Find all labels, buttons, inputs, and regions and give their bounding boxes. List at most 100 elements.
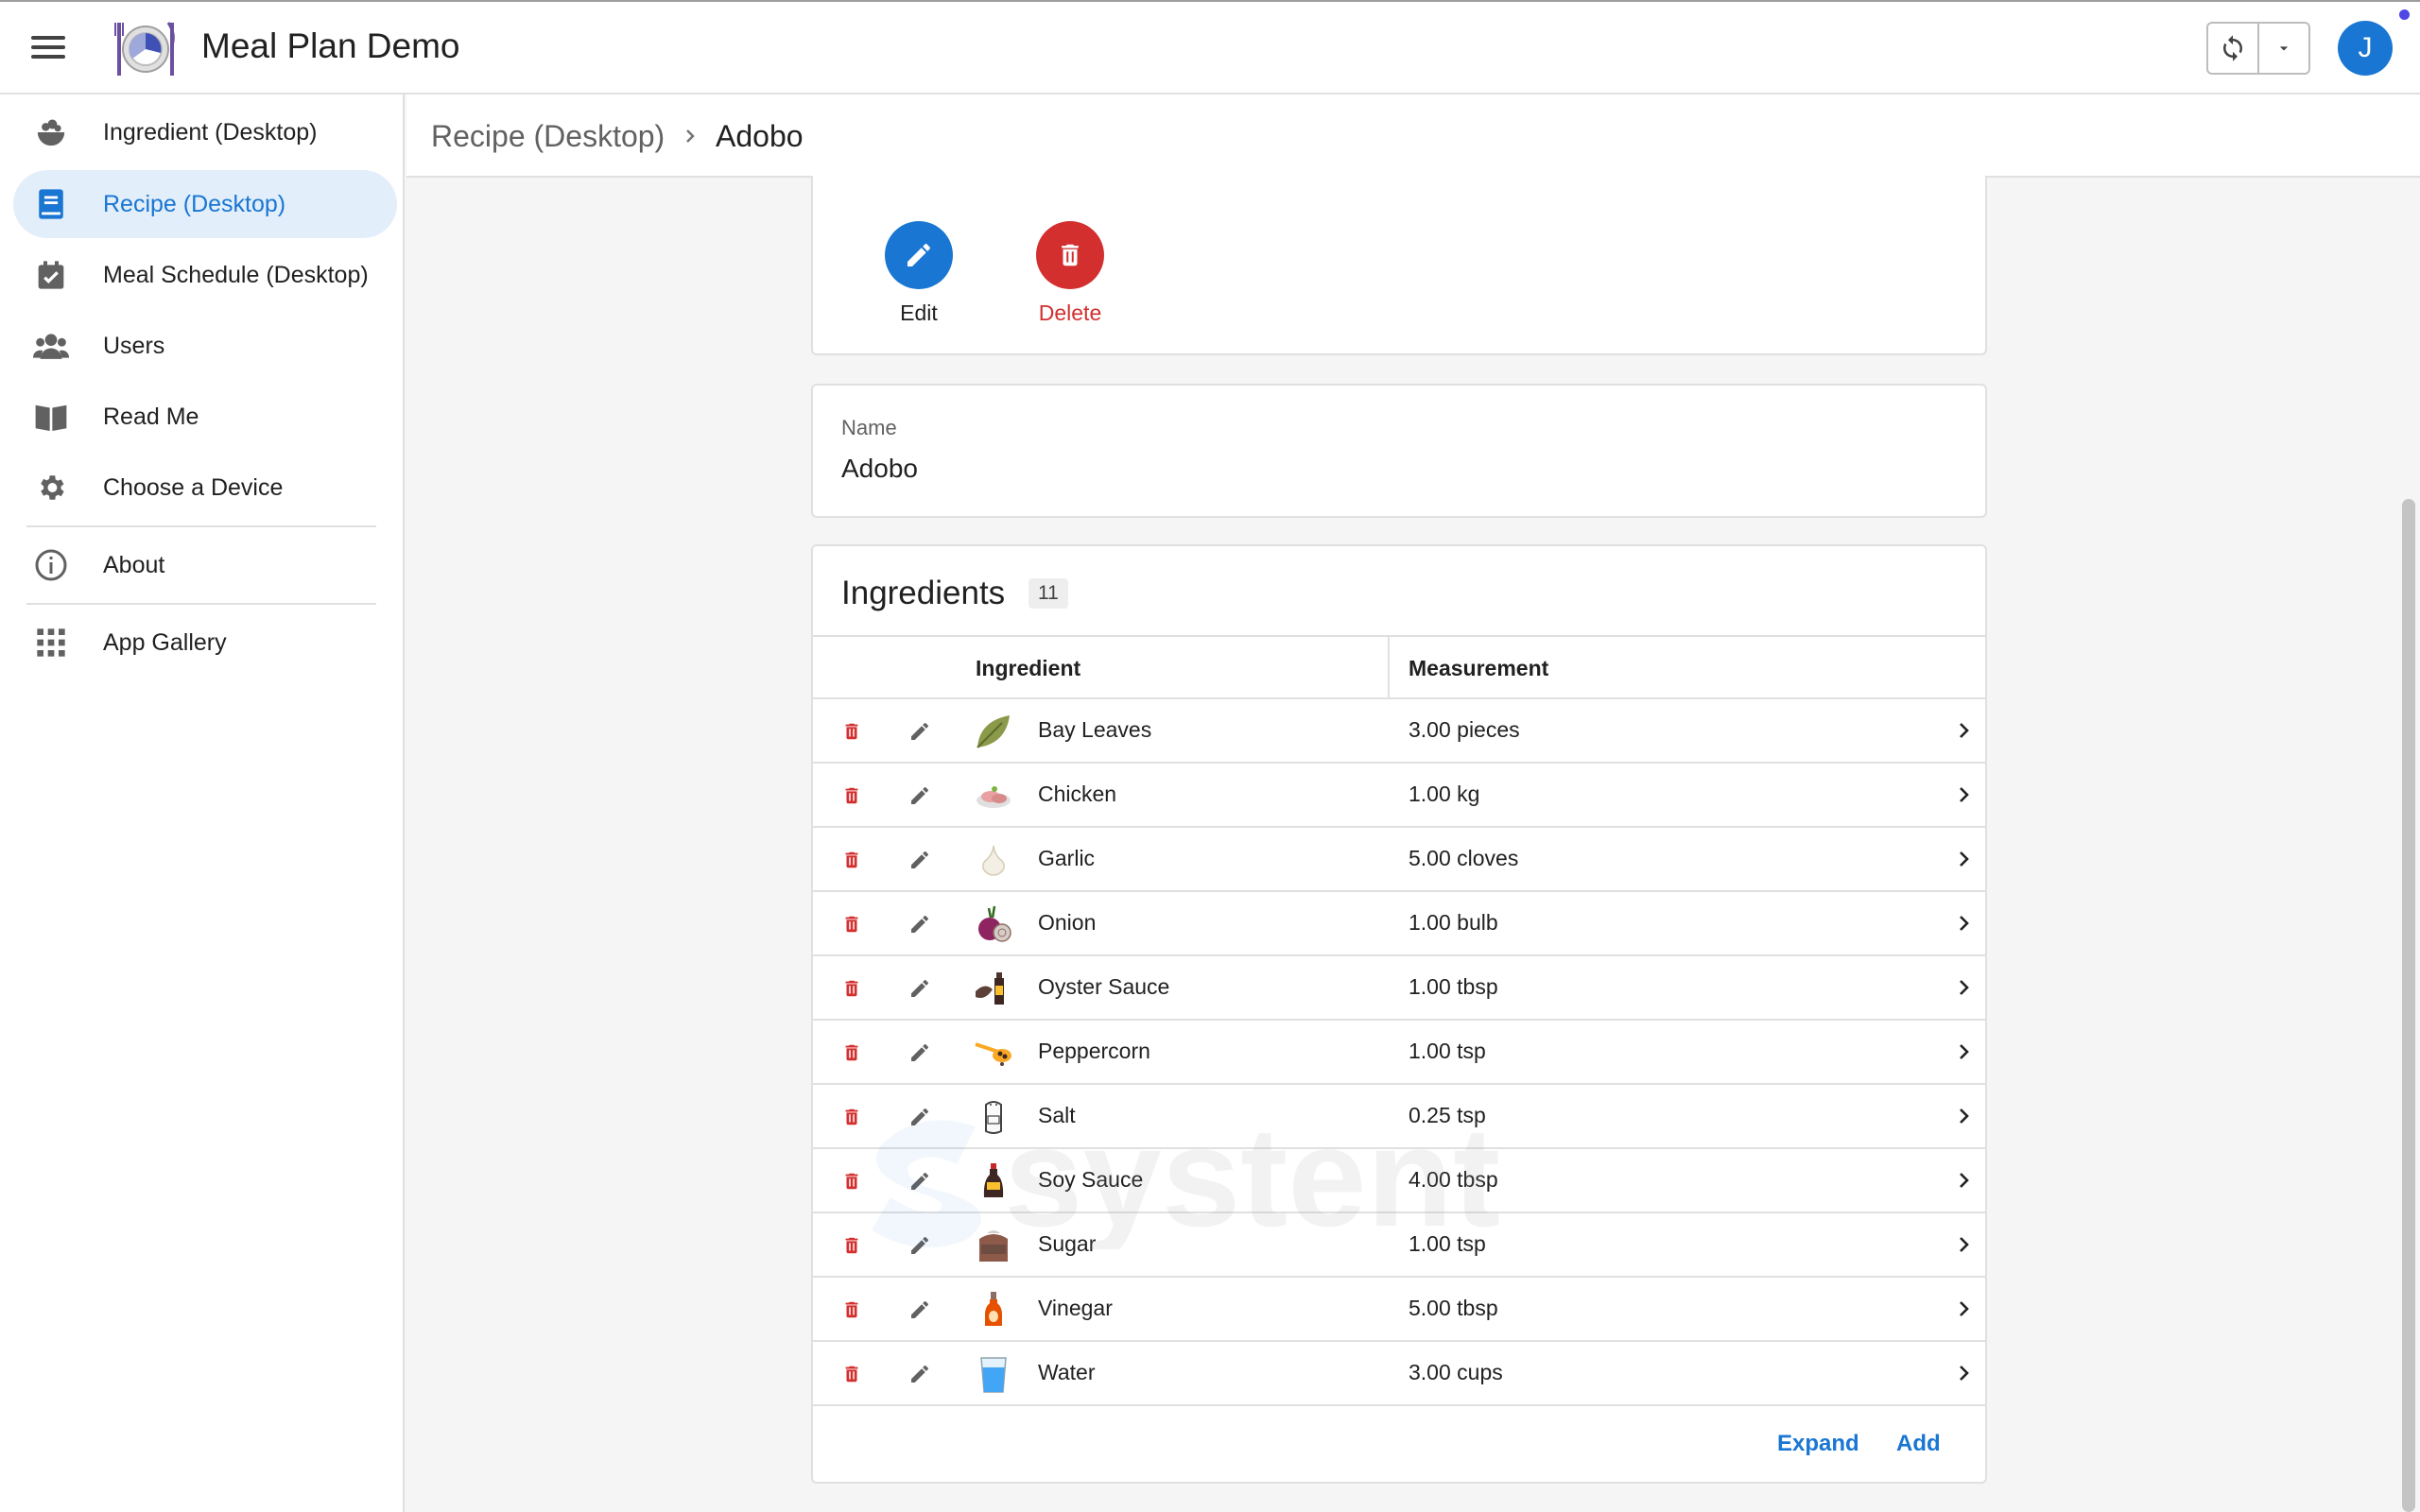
sidebar-item-users[interactable]: Users	[13, 312, 397, 380]
chevron-right-icon[interactable]	[1955, 1168, 1974, 1197]
breadcrumb-parent-link[interactable]: Recipe (Desktop)	[431, 119, 665, 154]
chevron-right-icon[interactable]	[1955, 782, 1974, 812]
avatar[interactable]: J	[2338, 21, 2393, 76]
trash-icon[interactable]	[838, 1231, 866, 1260]
name-field-card: Name Adobo	[811, 384, 1987, 518]
edit-label: Edit	[900, 301, 938, 325]
ingredient-name: Garlic	[1038, 846, 1096, 870]
table-row[interactable]: Oyster Sauce 1.00 tbsp	[813, 956, 1985, 1021]
expand-button[interactable]: Expand	[1777, 1431, 1859, 1457]
sidebar: Ingredient (Desktop) Recipe (Desktop) Me…	[0, 94, 405, 1512]
pencil-icon[interactable]	[906, 1039, 934, 1067]
table-header: Ingredient Measurement	[813, 635, 1985, 699]
ingredient-measurement: 3.00 pieces	[1409, 717, 1520, 742]
chevron-down-icon[interactable]	[2259, 24, 2308, 73]
chevron-right-icon[interactable]	[1955, 1232, 1974, 1262]
ingredient-name: Onion	[1038, 910, 1097, 935]
trash-icon[interactable]	[838, 782, 866, 810]
table-row[interactable]: Chicken 1.00 kg	[813, 764, 1985, 828]
sidebar-item-label: Read Me	[103, 403, 199, 430]
chevron-right-icon[interactable]	[1955, 718, 1974, 747]
trash-icon[interactable]	[838, 1167, 866, 1195]
sidebar-item-choose-device[interactable]: Choose a Device	[13, 454, 397, 522]
pencil-icon[interactable]	[906, 1167, 934, 1195]
chevron-right-icon[interactable]	[1955, 1104, 1974, 1133]
sidebar-item-label: Users	[103, 332, 165, 359]
book-icon	[32, 185, 70, 223]
sync-icon[interactable]	[2208, 24, 2259, 73]
table-row[interactable]: Sugar 1.00 tsp	[813, 1213, 1985, 1278]
ingredients-count-badge: 11	[1028, 578, 1068, 609]
peppercorn-icon	[974, 1033, 1013, 1073]
ingredient-measurement: 5.00 cloves	[1409, 846, 1519, 870]
table-row[interactable]: Salt 0.25 tsp	[813, 1085, 1985, 1149]
chevron-right-icon[interactable]	[1955, 847, 1974, 876]
gear-icon	[32, 469, 70, 507]
chevron-right-icon[interactable]	[1955, 975, 1974, 1005]
sidebar-item-recipe[interactable]: Recipe (Desktop)	[13, 170, 397, 238]
ingredient-measurement: 3.00 cups	[1409, 1360, 1503, 1384]
column-header-measurement[interactable]: Measurement	[1409, 656, 1548, 681]
trash-icon	[1036, 221, 1104, 289]
table-row[interactable]: Vinegar 5.00 tbsp	[813, 1278, 1985, 1342]
chicken-icon	[974, 776, 1013, 816]
ingredient-measurement: 0.25 tsp	[1409, 1103, 1486, 1127]
table-row[interactable]: Peppercorn 1.00 tsp	[813, 1021, 1985, 1085]
trash-icon[interactable]	[838, 1103, 866, 1131]
app-logo	[112, 15, 178, 81]
sidebar-item-label: About	[103, 551, 165, 578]
pencil-icon[interactable]	[906, 1360, 934, 1388]
sidebar-item-label: Meal Schedule (Desktop)	[103, 261, 369, 288]
chevron-right-icon[interactable]	[1955, 1361, 1974, 1390]
notification-dot	[2399, 9, 2410, 20]
sidebar-item-app-gallery[interactable]: App Gallery	[13, 609, 397, 677]
pencil-icon[interactable]	[906, 1103, 934, 1131]
sidebar-item-meal-schedule[interactable]: Meal Schedule (Desktop)	[13, 241, 397, 309]
sidebar-item-label: Ingredient (Desktop)	[103, 118, 318, 146]
soy-sauce-icon	[974, 1161, 1013, 1201]
ingredient-measurement: 4.00 tbsp	[1409, 1167, 1498, 1192]
trash-icon[interactable]	[838, 1360, 866, 1388]
pencil-icon[interactable]	[906, 1231, 934, 1260]
menu-icon[interactable]	[28, 30, 68, 68]
ingredient-name: Peppercorn	[1038, 1039, 1150, 1063]
table-row[interactable]: Garlic 5.00 cloves	[813, 828, 1985, 892]
table-row[interactable]: Water 3.00 cups	[813, 1342, 1985, 1406]
ingredient-name: Soy Sauce	[1038, 1167, 1144, 1192]
pencil-icon[interactable]	[906, 1296, 934, 1324]
breadcrumb-current: Adobo	[716, 119, 804, 153]
garlic-icon	[974, 840, 1013, 880]
ingredient-measurement: 1.00 tsp	[1409, 1039, 1486, 1063]
table-row[interactable]: Onion 1.00 bulb	[813, 892, 1985, 956]
column-header-ingredient[interactable]: Ingredient	[976, 656, 1080, 681]
pencil-icon[interactable]	[906, 910, 934, 938]
add-button[interactable]: Add	[1896, 1431, 1941, 1457]
edit-button[interactable]: Edit	[862, 221, 976, 326]
chevron-right-icon[interactable]	[1955, 1040, 1974, 1069]
trash-icon[interactable]	[838, 846, 866, 874]
pencil-icon[interactable]	[906, 717, 934, 746]
pencil-icon[interactable]	[906, 846, 934, 874]
trash-icon[interactable]	[838, 1039, 866, 1067]
table-row[interactable]: Bay Leaves 3.00 pieces	[813, 699, 1985, 764]
trash-icon[interactable]	[838, 1296, 866, 1324]
sugar-icon	[974, 1226, 1013, 1265]
calendar-check-icon	[32, 256, 70, 294]
sync-split-button[interactable]	[2206, 22, 2310, 75]
trash-icon[interactable]	[838, 910, 866, 938]
ingredient-name: Bay Leaves	[1038, 717, 1152, 742]
ingredient-measurement: 1.00 bulb	[1409, 910, 1498, 935]
trash-icon[interactable]	[838, 717, 866, 746]
sidebar-item-ingredient[interactable]: Ingredient (Desktop)	[13, 98, 397, 166]
table-row[interactable]: Soy Sauce 4.00 tbsp	[813, 1149, 1985, 1213]
chevron-right-icon[interactable]	[1955, 1297, 1974, 1326]
scrollbar-thumb[interactable]	[2402, 499, 2415, 1512]
ingredient-name: Water	[1038, 1360, 1096, 1384]
sidebar-item-read-me[interactable]: Read Me	[13, 383, 397, 451]
pencil-icon[interactable]	[906, 974, 934, 1003]
trash-icon[interactable]	[838, 974, 866, 1003]
delete-button[interactable]: Delete	[1013, 221, 1127, 326]
chevron-right-icon[interactable]	[1955, 911, 1974, 940]
sidebar-item-about[interactable]: About	[13, 531, 397, 599]
pencil-icon[interactable]	[906, 782, 934, 810]
